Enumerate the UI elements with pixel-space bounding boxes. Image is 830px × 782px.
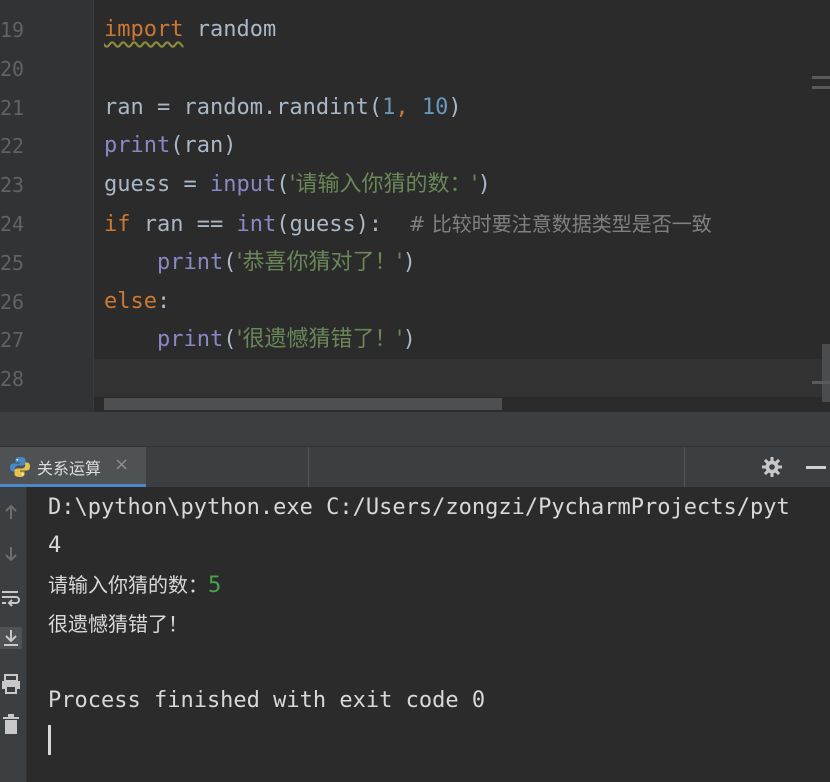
code-line: else: [104, 283, 170, 321]
scrollbar-marker [812, 381, 830, 384]
scroll-to-end-icon[interactable] [0, 627, 22, 649]
line-number: 25 [0, 250, 25, 275]
code-token: ( [276, 172, 290, 198]
code-token: random [183, 17, 277, 42]
minimize-icon[interactable] [806, 466, 826, 469]
code-token: 1 [382, 94, 396, 120]
code-line: ran = random.randint(1, 10) [104, 89, 462, 127]
code-token: # 比较时要注意数据类型是否一致 [408, 212, 712, 236]
line-number: 28 [0, 367, 25, 392]
line-number: 23 [0, 173, 25, 198]
code-token: : [156, 288, 171, 314]
code-line: guess = input('请输入你猜的数：') [104, 166, 491, 204]
code-token: if [104, 212, 131, 237]
text-cursor [48, 725, 51, 755]
scrollbar-marker [812, 86, 830, 89]
console-exit-message: Process finished with exit code 0 [48, 688, 486, 713]
code-token: ran = random.randint( [104, 94, 383, 120]
code-token: ) [402, 249, 416, 275]
code-token: input [209, 172, 277, 198]
header-divider [684, 447, 685, 487]
code-token: import [104, 17, 184, 42]
python-icon [10, 457, 30, 477]
print-icon[interactable] [0, 673, 22, 695]
code-token: ) [448, 94, 462, 120]
line-number: 24 [0, 212, 25, 236]
code-token: print [156, 327, 224, 353]
arrow-up-icon[interactable] [0, 501, 22, 523]
run-tab[interactable]: 关系运算 × [0, 447, 146, 487]
close-icon[interactable]: × [114, 454, 129, 475]
gutter-separator [93, 0, 94, 412]
line-number: 21 [0, 95, 25, 120]
console-prompt: 请输入你猜的数： [48, 573, 208, 597]
code-token: ( [223, 327, 237, 353]
line-number: 27 [0, 328, 25, 353]
run-tool-window-header: 关系运算 × [0, 446, 830, 487]
code-line: print('恭喜你猜对了！') [104, 244, 416, 282]
line-number: 26 [0, 289, 25, 314]
gear-icon[interactable] [761, 456, 783, 478]
code-token: 10 [421, 94, 449, 120]
console-output-line: 4 [48, 533, 62, 558]
code-token: ) [402, 327, 416, 353]
code-token: (guess): [276, 212, 409, 237]
line-number: 20 [0, 56, 25, 81]
panel-splitter[interactable] [0, 412, 830, 446]
horizontal-scrollbar-thumb[interactable] [104, 398, 502, 410]
code-token: else [104, 288, 157, 314]
console-command: D:\python\python.exe C:/Users/zongzi/Pyc… [48, 495, 790, 520]
code-token: print [156, 249, 224, 275]
line-number: 19 [0, 18, 25, 42]
code-line: print('很遗憾猜错了！') [104, 321, 416, 359]
code-line: if ran == int(guess): # 比较时要注意数据类型是否一致 [104, 205, 712, 243]
console-prompt-line: 请输入你猜的数：5 [48, 566, 221, 605]
code-editor[interactable]: 19 20 21 22 23 24 25 26 27 28 import random ran = … [0, 0, 830, 412]
code-token: ( [223, 249, 237, 275]
console-output-line: 很遗憾猜错了！ [48, 612, 188, 636]
code-area[interactable]: import random ran = random.randint(1, 10)… [104, 0, 824, 412]
code-token: (ran) [170, 133, 237, 159]
code-token: print [104, 133, 171, 159]
console-input-value: 5 [208, 573, 222, 598]
arrow-down-icon[interactable] [0, 543, 22, 565]
line-number: 22 [0, 134, 25, 159]
header-divider [308, 447, 309, 487]
code-token: '恭喜你猜对了！' [236, 249, 403, 275]
console-toolbar [0, 487, 27, 782]
code-line: import random [104, 11, 276, 49]
console-output[interactable]: D:\python\python.exe C:/Users/zongzi/Pyc… [27, 487, 830, 782]
code-token: ) [477, 172, 491, 198]
code-token: '很遗憾猜错了！' [236, 327, 403, 353]
code-token: int [236, 212, 277, 237]
soft-wrap-icon[interactable] [0, 587, 22, 609]
code-token: '请输入你猜的数：' [289, 172, 478, 198]
code-line: print(ran) [104, 127, 236, 165]
vertical-scrollbar-thumb[interactable] [822, 344, 830, 402]
code-token: ran == [130, 212, 237, 237]
trash-icon[interactable] [0, 713, 22, 735]
run-tab-label: 关系运算 [37, 459, 102, 478]
code-token: guess = [104, 172, 210, 198]
code-token: , [395, 94, 422, 120]
scrollbar-marker [812, 76, 830, 79]
